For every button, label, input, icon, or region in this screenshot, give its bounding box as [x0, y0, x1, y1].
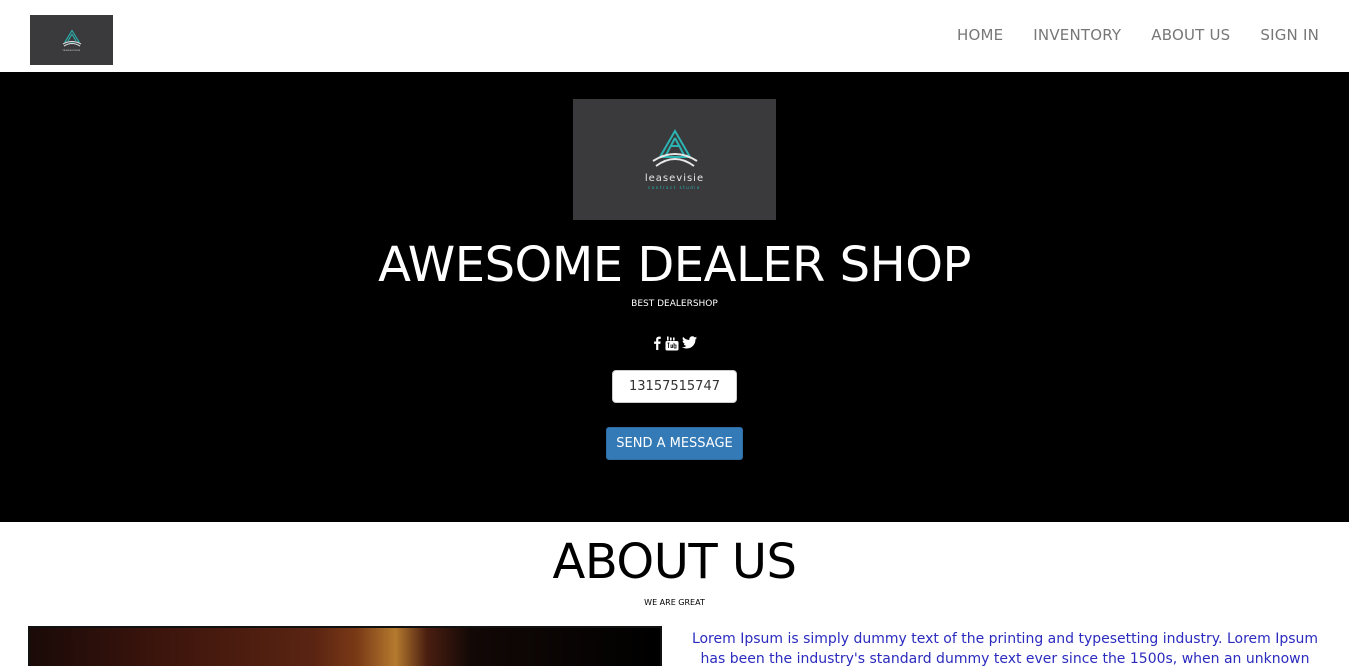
site-logo[interactable]: leasevisie — [30, 15, 113, 65]
logo-triangle-icon — [651, 128, 698, 167]
nav-menu: HOME INVENTORY ABOUT US SIGN IN — [927, 26, 1319, 44]
logo-triangle-icon — [62, 28, 81, 46]
nav-link-about-us[interactable]: ABOUT US — [1151, 26, 1230, 44]
twitter-icon[interactable] — [682, 336, 697, 351]
phone-number-display: 13157515747 — [612, 370, 737, 403]
hero-logo: leasevisie contract studio — [573, 99, 776, 220]
hero-title: AWESOME DEALER SHOP — [378, 237, 971, 293]
about-title: ABOUT US — [552, 534, 797, 590]
logo-mini-text: leasevisie — [62, 47, 81, 52]
brand-name: leasevisie — [644, 172, 705, 184]
youtube-icon[interactable] — [665, 336, 679, 351]
send-message-button[interactable]: SEND A MESSAGE — [606, 427, 743, 460]
brand-tagline: contract studio — [648, 184, 701, 190]
hero-subtitle: BEST DEALERSHOP — [631, 299, 718, 309]
about-subtitle: WE ARE GREAT — [644, 598, 705, 607]
about-text: Lorem Ipsum is simply dummy text of the … — [691, 631, 1319, 667]
nav-link-home[interactable]: HOME — [957, 26, 1003, 44]
hero-section: leasevisie contract studio AWESOME DEALE… — [0, 72, 1349, 522]
nav-link-sign-in[interactable]: SIGN IN — [1260, 26, 1319, 44]
social-links — [0, 336, 1349, 351]
top-navbar: leasevisie HOME INVENTORY ABOUT US SIGN … — [0, 0, 1349, 72]
nav-link-inventory[interactable]: INVENTORY — [1033, 26, 1121, 44]
facebook-icon[interactable] — [652, 336, 662, 351]
about-image — [28, 626, 662, 666]
